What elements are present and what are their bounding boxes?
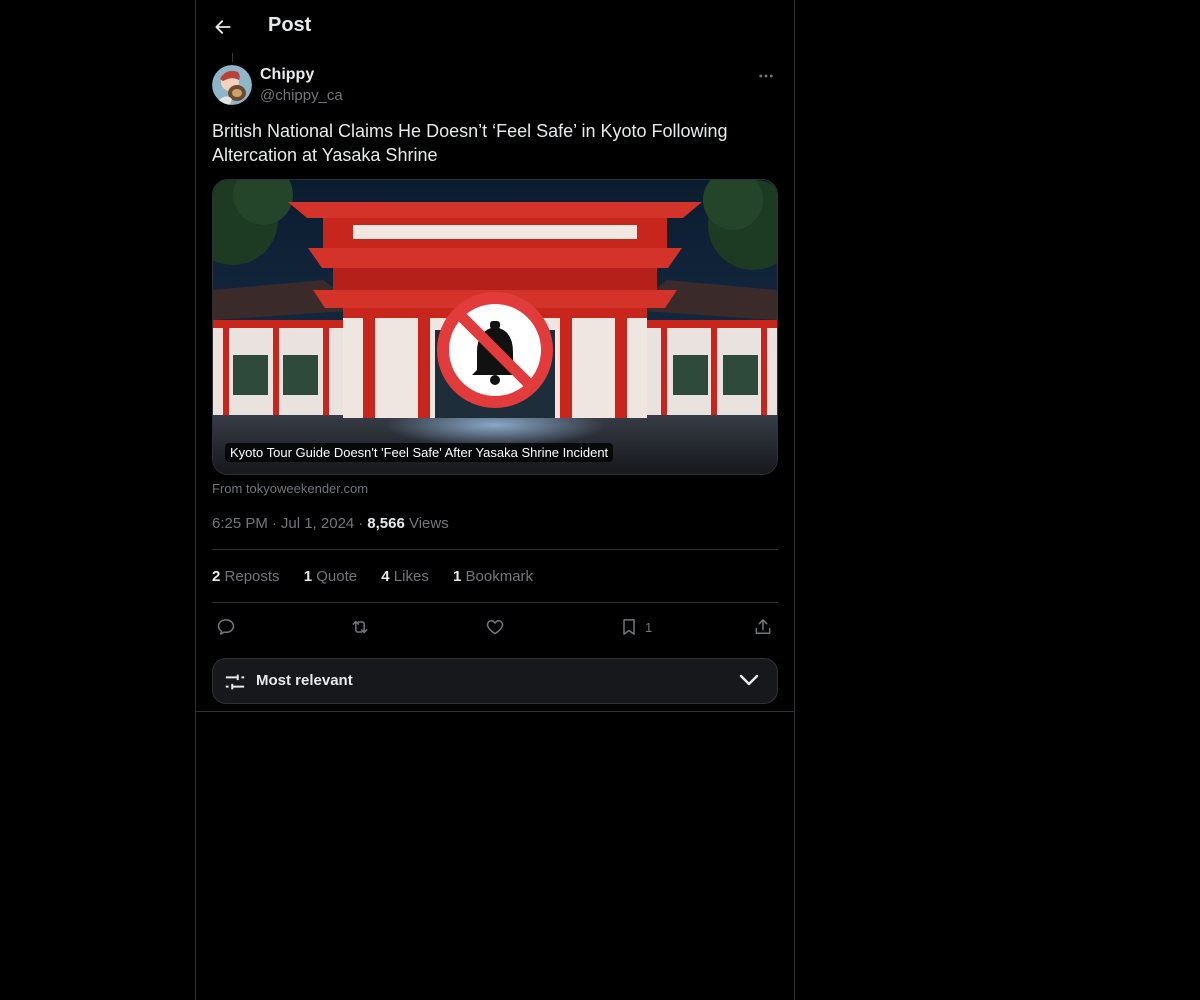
repost-icon <box>352 620 368 634</box>
card-caption: Kyoto Tour Guide Doesn't 'Feel Safe' Aft… <box>225 443 614 462</box>
thread-line <box>232 53 233 62</box>
sliders-icon <box>225 674 245 690</box>
quotes-stat[interactable]: 1 Quote <box>304 568 357 585</box>
bookmark-icon <box>623 619 635 635</box>
reply-sort-dropdown[interactable]: Most relevant <box>212 658 778 704</box>
display-name[interactable]: Chippy <box>260 66 314 84</box>
post-time[interactable]: 6:25 PM <box>212 515 268 532</box>
reply-button[interactable] <box>216 615 236 639</box>
share-button[interactable] <box>753 615 773 639</box>
views-label: Views <box>408 515 449 532</box>
header: Post <box>196 0 794 54</box>
more-icon <box>759 74 773 78</box>
post: Chippy @chippy_ca British National Claim… <box>212 62 778 704</box>
chevron-down-icon <box>739 674 759 686</box>
card-image <box>213 180 777 474</box>
reply-icon <box>217 619 235 635</box>
main-column: Post Chippy @chippy_ca British National … <box>195 0 795 1000</box>
share-icon <box>755 619 771 634</box>
post-date[interactable]: Jul 1, 2024 <box>281 515 354 532</box>
divider <box>212 549 778 550</box>
like-button[interactable] <box>485 615 505 639</box>
divider <box>196 711 794 712</box>
more-options-button[interactable] <box>754 64 778 88</box>
repost-button[interactable] <box>350 615 370 639</box>
post-text: British National Claims He Doesn’t ‘Feel… <box>212 121 728 165</box>
likes-stat[interactable]: 4 Likes <box>381 568 429 585</box>
back-button[interactable] <box>206 10 240 44</box>
bookmark-count: 1 <box>645 619 653 635</box>
author-row: Chippy @chippy_ca <box>212 62 778 110</box>
bookmarks-stat[interactable]: 1 Bookmark <box>453 568 533 585</box>
link-card[interactable]: Kyoto Tour Guide Doesn't 'Feel Safe' Aft… <box>212 179 778 475</box>
avatar[interactable] <box>212 65 252 105</box>
views-count: 8,566 <box>367 515 405 532</box>
like-icon <box>486 620 504 635</box>
engagement-stats: 2 Reposts 1 Quote 4 Likes 1 Bookmark <box>212 568 553 585</box>
bell-off-icon <box>437 292 553 408</box>
post-meta: 6:25 PM · Jul 1, 2024 · 8,566 Views <box>212 515 449 532</box>
bookmark-button[interactable]: 1 <box>619 615 652 639</box>
action-bar: 1 <box>212 615 778 639</box>
separator: · <box>271 515 277 532</box>
back-arrow-icon <box>215 20 231 34</box>
divider <box>212 602 778 603</box>
sort-label: Most relevant <box>256 672 353 689</box>
card-source[interactable]: From tokyoweekender.com <box>212 481 368 496</box>
reposts-stat[interactable]: 2 Reposts <box>212 568 280 585</box>
user-handle[interactable]: @chippy_ca <box>260 87 343 104</box>
page-title: Post <box>268 14 312 36</box>
separator: · <box>358 515 364 532</box>
